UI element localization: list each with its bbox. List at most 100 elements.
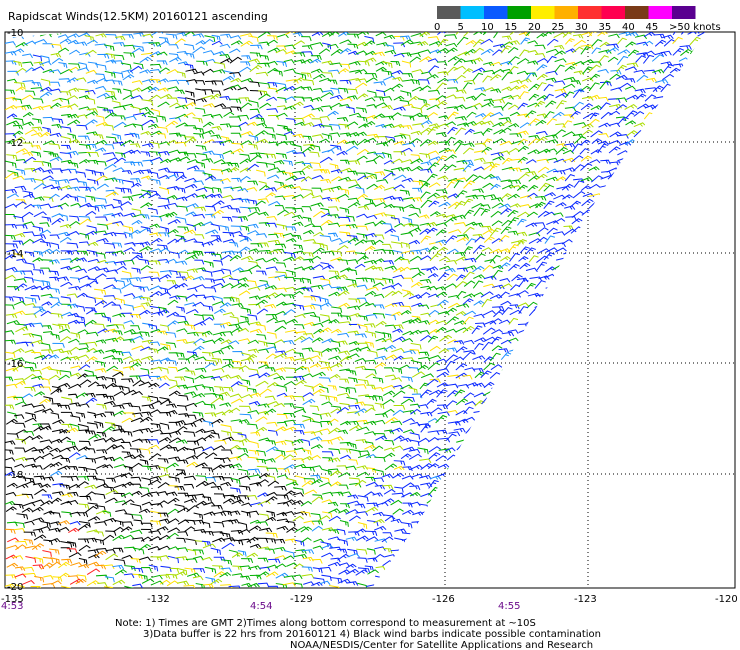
wind-barb (130, 503, 142, 511)
wind-barb (445, 42, 458, 48)
wind-barb (374, 402, 385, 410)
wind-barb (258, 93, 271, 100)
wind-barb (636, 93, 647, 100)
wind-barb (572, 288, 583, 297)
wind-barb (69, 49, 81, 55)
wind-barb (589, 497, 601, 505)
wind-barb (545, 505, 557, 513)
wind-barb (616, 510, 627, 516)
wind-barb (670, 174, 682, 181)
wind-barb (643, 130, 655, 138)
wind-barb (652, 354, 664, 363)
wind-barb (222, 358, 234, 364)
wind-barb (436, 371, 449, 378)
wind-barb (709, 285, 720, 290)
wind-barb (192, 446, 205, 451)
wind-barb (6, 562, 19, 568)
wind-barb (564, 174, 576, 182)
wind-barb (321, 250, 335, 256)
wind-barb (708, 115, 719, 119)
wind-barb (580, 390, 592, 399)
wind-barb (462, 147, 474, 155)
wind-barb (428, 200, 440, 208)
wind-barb (69, 215, 80, 222)
wind-barb (502, 428, 515, 434)
wind-barb (471, 57, 484, 62)
wind-barb (599, 81, 612, 87)
wind-barb (426, 398, 437, 406)
wind-barb (354, 333, 367, 339)
wind-barb (687, 195, 701, 200)
wind-barb (708, 37, 718, 44)
wind-barb (419, 351, 430, 357)
wind-barb (606, 510, 618, 515)
legend-swatch (484, 6, 508, 19)
wind-barb (447, 524, 458, 532)
wind-barb (264, 548, 275, 554)
wind-barb (455, 310, 467, 316)
wind-barb (31, 499, 45, 504)
wind-barb (662, 372, 676, 377)
wind-barb (438, 569, 450, 577)
wind-barb (408, 212, 420, 218)
wind-barb (436, 213, 448, 219)
wind-barb (401, 177, 414, 183)
wind-barb (454, 222, 467, 227)
wind-barb (598, 280, 610, 288)
wind-barb (696, 325, 705, 334)
wind-barb (364, 245, 376, 252)
wind-barb (454, 509, 466, 515)
legend-label: 5 (458, 22, 464, 33)
wind-barb (238, 283, 250, 289)
wind-barb (419, 537, 432, 543)
wind-barb (544, 494, 557, 500)
wind-barb (276, 301, 288, 307)
wind-barb (328, 427, 341, 435)
wind-barb (267, 87, 278, 94)
wind-barb (591, 360, 602, 369)
wind-barb (493, 138, 506, 144)
wind-barb (482, 138, 493, 146)
wind-barb (545, 331, 558, 336)
wind-barb (608, 426, 620, 433)
wind-barb (710, 159, 720, 163)
wind-barb (86, 280, 99, 287)
wind-barb (310, 444, 323, 450)
wind-barb (14, 380, 26, 386)
wind-barb (555, 383, 566, 390)
wind-barb (40, 78, 51, 86)
wind-barb (411, 371, 426, 378)
wind-barb (670, 408, 683, 415)
wind-barb (364, 359, 377, 365)
wind-barb (345, 145, 359, 152)
wind-barb (526, 394, 540, 399)
wind-barb (364, 444, 377, 450)
wind-barb (580, 155, 592, 162)
wind-barb (338, 216, 351, 223)
wind-barb (390, 499, 403, 506)
wind-barb (285, 118, 296, 124)
wind-barb (24, 463, 37, 469)
wind-barb (178, 394, 189, 401)
wind-barb (456, 290, 467, 298)
wind-barb (572, 399, 584, 406)
wind-barb (400, 309, 412, 315)
wind-barb (96, 160, 107, 167)
wind-barb (489, 254, 501, 264)
wind-barb (212, 269, 225, 275)
wind-barb (274, 367, 287, 372)
wind-barb (589, 409, 599, 417)
wind-barb (571, 510, 583, 516)
wind-barb (202, 38, 214, 45)
wind-barb (139, 69, 152, 74)
wind-barb (463, 488, 474, 496)
wind-barb (553, 452, 565, 461)
wind-barb (390, 549, 404, 555)
wind-barb (384, 354, 398, 360)
wind-barb (616, 55, 629, 66)
wind-barb (680, 554, 691, 560)
wind-barb (392, 274, 405, 280)
wind-barb (616, 352, 630, 361)
wind-barb (85, 491, 96, 498)
wind-barb (355, 384, 367, 389)
